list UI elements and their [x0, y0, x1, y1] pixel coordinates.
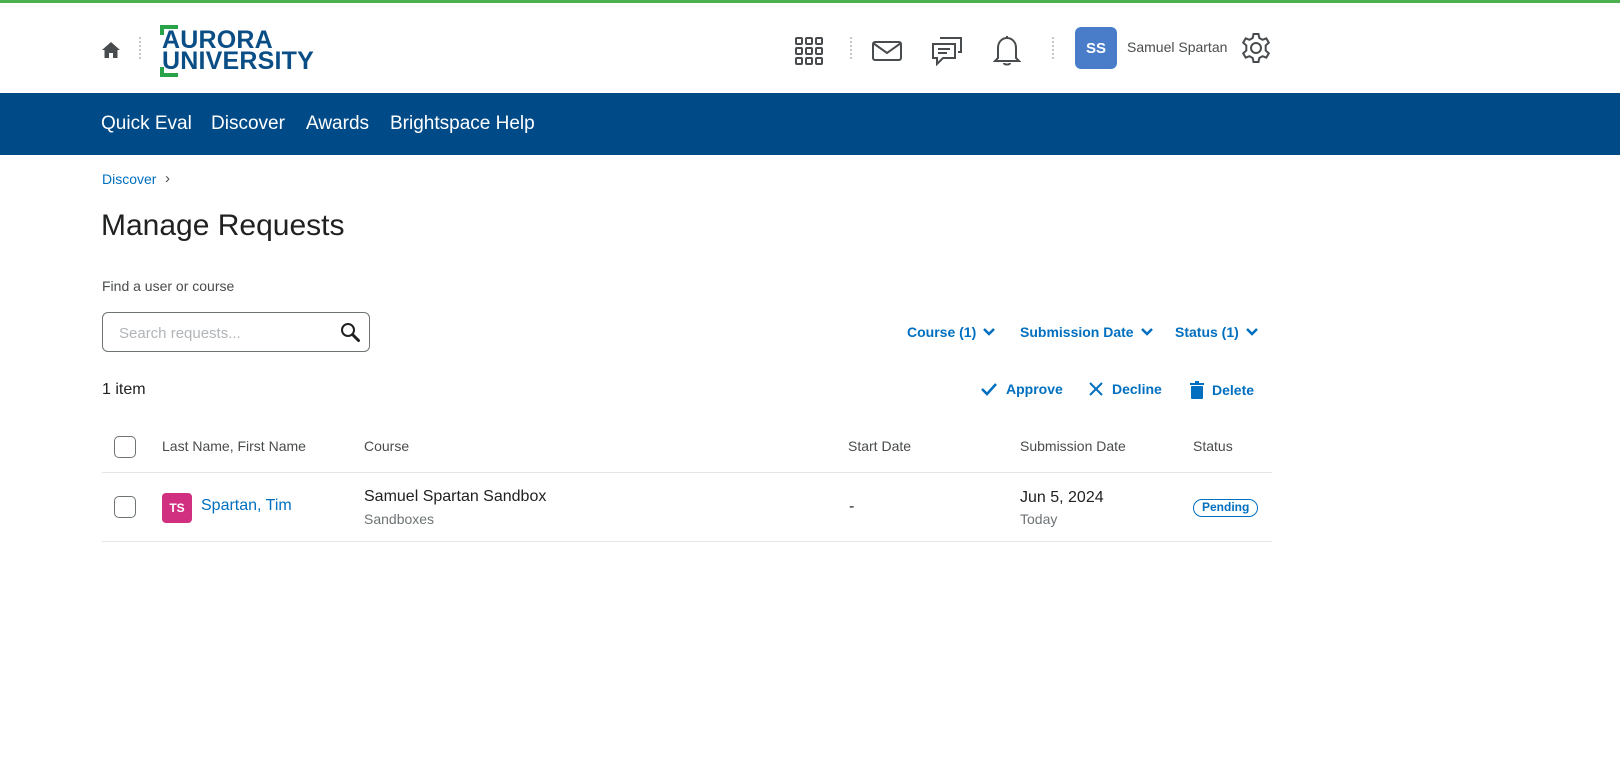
row-checkbox[interactable]: [114, 496, 136, 518]
select-all-checkbox[interactable]: [114, 436, 136, 458]
header-divider: [850, 37, 852, 59]
main-navigation: Quick Eval Discover Awards Brightspace H…: [0, 93, 1620, 155]
logo-line2: UNIVERSITY: [162, 47, 315, 75]
breadcrumb-discover[interactable]: Discover: [102, 171, 156, 187]
user-avatar[interactable]: SS: [1075, 27, 1117, 69]
column-header-status[interactable]: Status: [1193, 438, 1233, 454]
page-title: Manage Requests: [101, 209, 345, 242]
filter-course[interactable]: Course (1): [907, 324, 996, 340]
chevron-down-icon: [983, 328, 996, 336]
approve-label: Approve: [1006, 381, 1063, 397]
nav-item-quick-eval[interactable]: Quick Eval: [101, 113, 192, 135]
nav-item-awards[interactable]: Awards: [306, 113, 369, 135]
mail-icon[interactable]: [870, 34, 904, 68]
user-avatar: TS: [162, 493, 192, 523]
user-name[interactable]: Samuel Spartan: [1127, 39, 1227, 55]
header-divider: [139, 37, 141, 59]
filter-submission-date-label: Submission Date: [1020, 324, 1134, 340]
breadcrumb-separator: ›: [165, 170, 170, 187]
chat-icon[interactable]: [930, 33, 964, 69]
header: AURORA UNIVERSITY SS Samuel Spartan: [0, 3, 1620, 93]
column-header-name[interactable]: Last Name, First Name: [162, 438, 306, 454]
table-divider: [102, 541, 1272, 542]
course-name: Samuel Spartan Sandbox: [364, 488, 547, 505]
trash-icon: [1190, 381, 1204, 399]
column-header-start-date[interactable]: Start Date: [848, 438, 911, 454]
search-input[interactable]: [117, 313, 331, 353]
column-header-course[interactable]: Course: [364, 438, 409, 454]
search-box: [102, 312, 370, 353]
bell-icon[interactable]: [990, 32, 1024, 68]
nav-item-brightspace-help[interactable]: Brightspace Help: [390, 113, 535, 135]
checkmark-icon: [981, 383, 997, 396]
approve-button[interactable]: Approve: [980, 381, 1063, 397]
start-date: -: [849, 498, 855, 515]
status-badge: Pending: [1193, 499, 1259, 517]
delete-label: Delete: [1212, 382, 1255, 398]
search-icon[interactable]: [339, 321, 361, 343]
filter-submission-date[interactable]: Submission Date: [1020, 324, 1154, 340]
search-label: Find a user or course: [102, 278, 235, 294]
close-icon: [1089, 382, 1103, 396]
app-grid-icon[interactable]: [792, 34, 826, 68]
nav-item-discover[interactable]: Discover: [211, 113, 285, 135]
decline-button[interactable]: Decline: [1088, 381, 1162, 397]
aurora-university-logo[interactable]: AURORA UNIVERSITY: [160, 25, 314, 77]
header-divider: [1052, 37, 1054, 59]
filter-status[interactable]: Status (1): [1175, 324, 1259, 340]
submission-relative-date: Today: [1020, 511, 1058, 527]
home-icon[interactable]: [99, 38, 123, 62]
filter-status-label: Status (1): [1175, 324, 1239, 340]
delete-button[interactable]: Delete: [1190, 381, 1254, 399]
decline-label: Decline: [1112, 381, 1162, 397]
gear-icon[interactable]: [1238, 30, 1274, 66]
table-divider: [102, 472, 1272, 473]
course-category: Sandboxes: [364, 511, 435, 527]
column-header-submission-date[interactable]: Submission Date: [1020, 438, 1126, 454]
result-count: 1 item: [102, 381, 146, 398]
submission-date: Jun 5, 2024: [1020, 489, 1104, 506]
chevron-down-icon: [1140, 328, 1153, 336]
filter-course-label: Course (1): [907, 324, 977, 340]
chevron-down-icon: [1245, 328, 1258, 336]
user-name-link[interactable]: Spartan, Tim: [201, 497, 292, 515]
